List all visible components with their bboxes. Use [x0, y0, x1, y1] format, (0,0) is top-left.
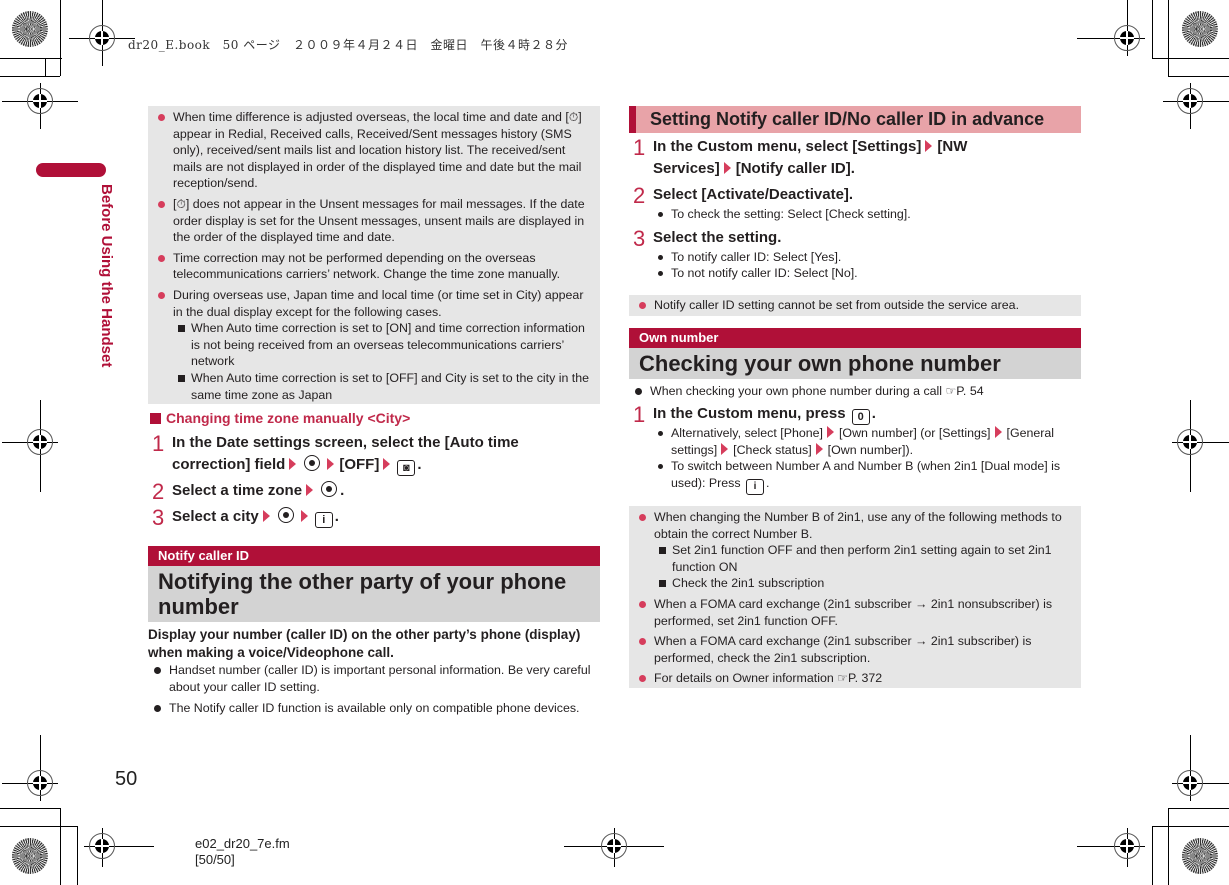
crop-mark	[77, 826, 78, 885]
crop-mark	[0, 76, 60, 77]
note-subitem: Set 2in1 function OFF and then perform 2…	[654, 542, 1077, 575]
steps-notify-caller-id: 1 In the Custom menu, select [Settings][…	[629, 136, 1081, 282]
note-item: When a FOMA card exchange (2in1 subscrib…	[633, 596, 1077, 629]
section-title-checking: Checking your own phone number	[629, 348, 1081, 379]
reference-icon: ☞	[837, 671, 848, 686]
section-label-own-number: Own number	[629, 328, 1081, 348]
arrow-right-icon	[723, 162, 731, 174]
note-box-2in1: When changing the Number B of 2in1, use …	[629, 506, 1081, 688]
note-subitem: Check the 2in1 subscription	[654, 575, 1077, 592]
i-mode-key-icon: i	[746, 478, 765, 495]
page-number: 50	[115, 768, 138, 790]
crop-mark	[1152, 58, 1229, 59]
step-3: 3 Select a city i.	[152, 505, 339, 530]
note-item: When time difference is adjusted oversea…	[152, 109, 596, 192]
clock-icon: ⏱	[176, 196, 186, 211]
section-lead: Display your number (caller ID) on the o…	[148, 627, 581, 660]
step-note: To switch between Number A and Number B …	[653, 458, 1081, 495]
arrow-right-icon	[815, 442, 823, 455]
crop-mark	[1168, 808, 1229, 809]
crop-mark	[1168, 0, 1169, 76]
note-subitem: When Auto time correction is set to [ON]…	[173, 320, 596, 370]
step-note: To not notify caller ID: Select [No].	[653, 265, 1081, 282]
color-rosette	[1182, 838, 1218, 874]
step-2: 2 Select a time zone.	[152, 479, 345, 504]
arrow-right-icon	[925, 140, 933, 152]
bullet-item: The Notify caller ID function is availab…	[148, 700, 600, 717]
caller-id-bullets: Handset number (caller ID) is important …	[148, 662, 600, 721]
note-box-service-area: Notify caller ID setting cannot be set f…	[629, 295, 1081, 316]
center-key-icon	[277, 507, 294, 523]
crop-mark	[0, 808, 60, 809]
arrow-right-icon	[300, 510, 308, 522]
crop-mark	[1152, 826, 1229, 827]
crop-mark	[45, 58, 46, 76]
step-note: To check the setting: Select [Check sett…	[653, 206, 1081, 223]
bullet-item: Handset number (caller ID) is important …	[148, 662, 600, 696]
step-2: 2 Select [Activate/Deactivate]. To check…	[629, 184, 1081, 223]
color-rosette	[12, 11, 48, 47]
center-key-icon	[321, 481, 338, 497]
book-metadata: dr20_E.book 50 ページ ２００９年４月２４日 金曜日 午後４時２８…	[128, 38, 569, 52]
crop-mark	[1168, 76, 1229, 77]
note-box-time-difference: When time difference is adjusted oversea…	[148, 106, 600, 404]
crop-mark	[1152, 826, 1153, 885]
center-key-icon	[304, 455, 321, 471]
reference-icon: ☞	[945, 384, 957, 398]
step-1: 1 In the Custom menu, press 0. Alternati…	[629, 403, 1081, 495]
chapter-title: Before Using the Handset	[98, 184, 115, 368]
note-item: When a FOMA card exchange (2in1 subscrib…	[633, 633, 1077, 666]
crop-mark	[60, 0, 61, 76]
color-rosette	[1182, 11, 1218, 47]
zero-key-icon: 0	[851, 409, 870, 425]
step-3: 3 Select the setting. To notify caller I…	[629, 226, 1081, 282]
arrow-right-icon	[383, 458, 391, 470]
page-reference-link[interactable]: P. 372	[848, 671, 882, 685]
crop-mark	[60, 808, 61, 885]
note-item: Notify caller ID setting cannot be set f…	[633, 297, 1077, 314]
page-reference-link[interactable]: P. 54	[956, 384, 983, 398]
steps-own-number: 1 In the Custom menu, press 0. Alternati…	[629, 403, 1081, 495]
crop-mark	[0, 826, 78, 827]
arrow-right-icon	[262, 510, 270, 522]
crop-mark	[1152, 0, 1153, 58]
arrow-right-icon	[306, 484, 314, 496]
i-mode-key-icon: i	[314, 512, 333, 528]
square-marker-icon	[150, 413, 161, 424]
subsection-title: Changing time zone manually <City>	[150, 410, 410, 426]
section-title-notifying: Notifying the other party of your phone …	[148, 566, 600, 622]
footer-file-info: e02_dr20_7e.fm [50/50]	[195, 836, 290, 867]
section-label-notify-caller-id: Notify caller ID	[148, 546, 600, 566]
chapter-tab	[36, 163, 106, 177]
section-title-advance: Setting Notify caller ID/No caller ID in…	[629, 106, 1081, 133]
note-item: [⏱] does not appear in the Unsent messag…	[152, 196, 596, 246]
note-item: For details on Owner information ☞P. 372	[633, 670, 1077, 687]
camera-key-icon: ◙	[397, 460, 416, 476]
crop-mark	[1168, 808, 1169, 885]
note-subitem: When Auto time correction is set to [OFF…	[173, 370, 596, 403]
arrow-right-icon	[721, 442, 729, 455]
arrow-right-icon	[994, 426, 1002, 438]
note-item: Time correction may not be performed dep…	[152, 250, 596, 283]
crop-mark	[0, 58, 62, 59]
arrow-right-icon	[289, 458, 297, 470]
clock-icon: ⏱	[568, 110, 579, 124]
color-rosette	[12, 838, 48, 874]
steps-time-zone: 1 In the Date settings screen, select th…	[148, 431, 600, 530]
step-note: To notify caller ID: Select [Yes].	[653, 249, 1081, 266]
own-number-lead: When checking your own phone number duri…	[629, 383, 1081, 404]
note-item: When changing the Number B of 2in1, use …	[633, 509, 1077, 592]
arrow-right-icon	[327, 458, 335, 470]
note-item: During overseas use, Japan time and loca…	[152, 287, 596, 403]
step-1: 1 In the Date settings screen, select th…	[152, 431, 519, 476]
step-note: Alternatively, select [Phone] [Own number…	[653, 425, 1081, 458]
arrow-right-icon	[826, 426, 834, 438]
step-1: 1 In the Custom menu, select [Settings][…	[633, 135, 968, 178]
